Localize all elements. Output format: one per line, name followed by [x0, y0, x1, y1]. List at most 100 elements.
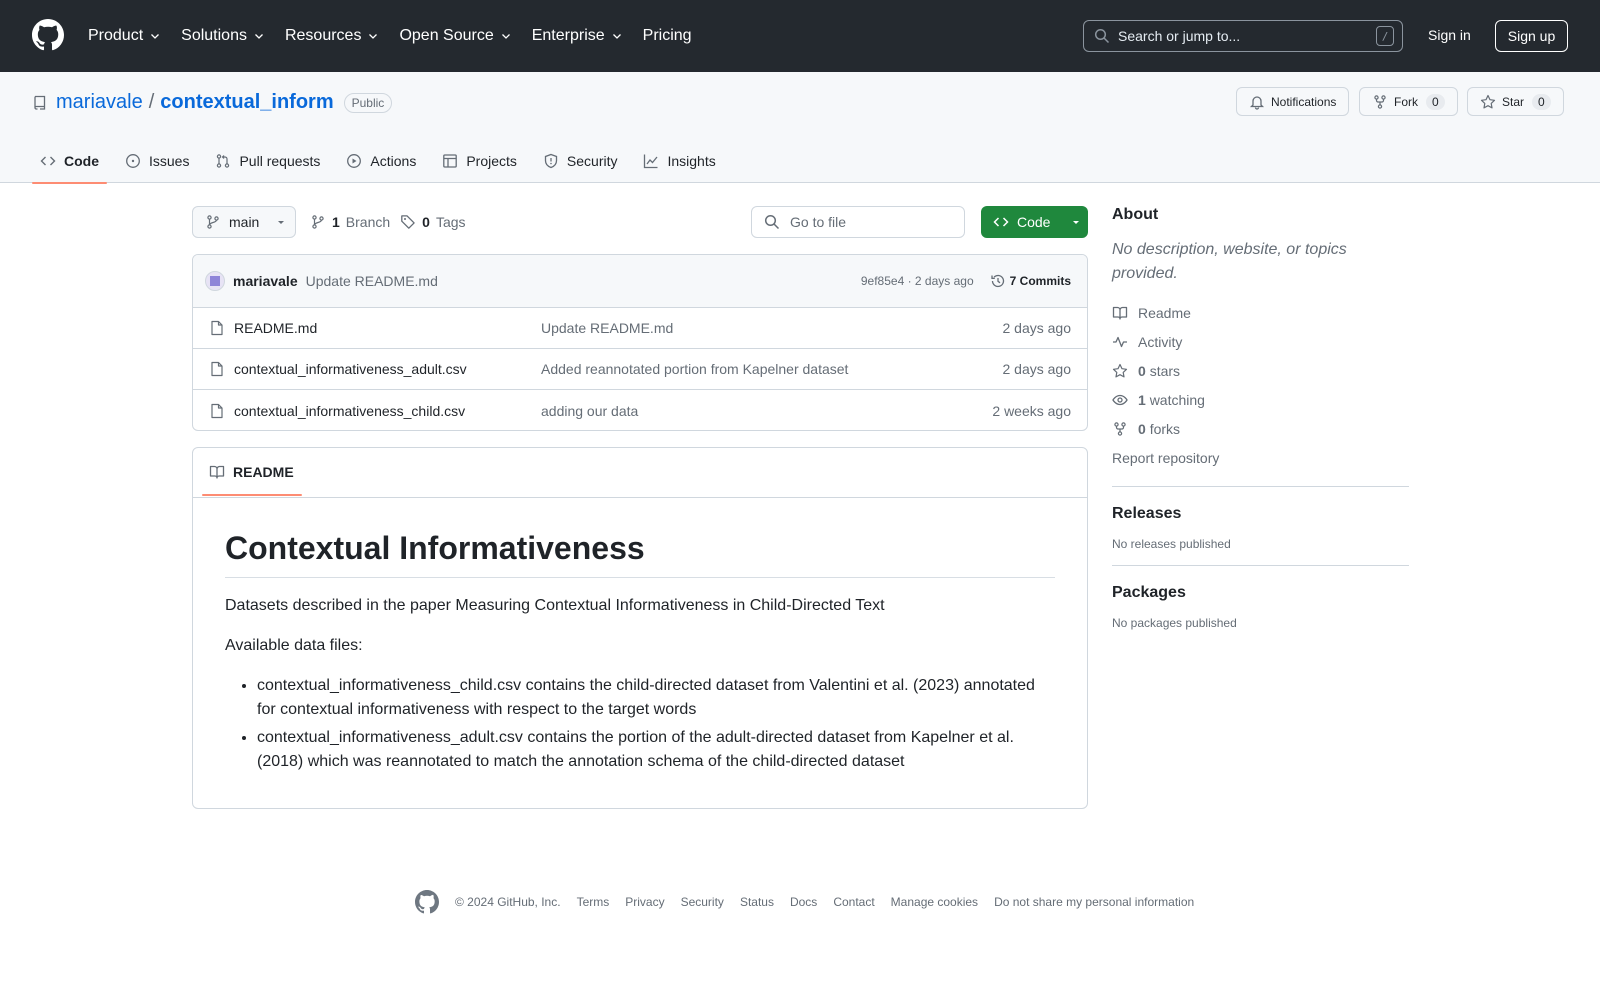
- branch-tag-counts: 1 Branch 0 Tags: [310, 214, 466, 230]
- readme-title: Contextual Informativeness: [225, 530, 1055, 578]
- notifications-label: Notifications: [1271, 94, 1337, 109]
- commit-message-link[interactable]: Update README.md: [306, 273, 861, 289]
- tab-insights-label: Insights: [667, 153, 716, 169]
- tab-actions[interactable]: Actions: [338, 139, 424, 183]
- footer-link-status[interactable]: Status: [740, 895, 774, 909]
- file-commit-message[interactable]: adding our data: [541, 403, 992, 419]
- branch-icon: [312, 215, 324, 229]
- play-icon: [347, 154, 362, 168]
- commits-history-link[interactable]: 7 Commits: [990, 273, 1071, 289]
- file-commit-message[interactable]: Update README.md: [541, 320, 1003, 336]
- file-row[interactable]: contextual_informativeness_child.csv add…: [193, 390, 1087, 430]
- about-description: No description, website, or topics provi…: [1112, 241, 1347, 282]
- tab-insights[interactable]: Insights: [635, 139, 723, 183]
- github-logo-icon[interactable]: [32, 19, 64, 51]
- go-to-file-input[interactable]: Go to file: [751, 206, 965, 238]
- sign-up-button[interactable]: Sign up: [1495, 20, 1568, 52]
- github-logo-icon[interactable]: [415, 890, 439, 914]
- star-icon: [1112, 363, 1128, 377]
- footer-link-do-not-share[interactable]: Do not share my personal information: [994, 895, 1194, 909]
- latest-commit-bar: mariavale Update README.md 9ef85e4 · 2 d…: [193, 255, 1087, 308]
- watchers-link[interactable]: 1 watching: [1112, 385, 1409, 414]
- notifications-button[interactable]: Notifications: [1236, 87, 1350, 116]
- graph-icon: [644, 154, 658, 169]
- branches-link[interactable]: 1 Branch: [310, 214, 390, 230]
- activity-link-label: Activity: [1138, 333, 1183, 350]
- tag-count: 0: [422, 214, 430, 230]
- fork-button[interactable]: Fork 0: [1359, 87, 1458, 116]
- code-dropdown-button[interactable]: Code: [981, 206, 1088, 238]
- footer-link-terms[interactable]: Terms: [577, 895, 610, 909]
- readme-list-item: contextual_informativeness_adult.csv con…: [257, 726, 1055, 774]
- packages-heading[interactable]: Packages: [1112, 584, 1409, 602]
- commits-count-label: 7 Commits: [1009, 274, 1071, 288]
- footer-link-privacy[interactable]: Privacy: [625, 895, 664, 909]
- forks-link[interactable]: 0 forks: [1112, 414, 1409, 443]
- file-row[interactable]: contextual_informativeness_adult.csv Add…: [193, 349, 1087, 390]
- file-row[interactable]: README.md Update README.md 2 days ago: [193, 308, 1087, 349]
- repo-icon: [34, 95, 46, 110]
- nav-pricing-label: Pricing: [642, 27, 692, 44]
- nav-enterprise[interactable]: Enterprise: [532, 27, 623, 45]
- shield-icon: [544, 153, 558, 169]
- nav-product[interactable]: Product: [88, 27, 161, 45]
- tags-link[interactable]: 0 Tags: [400, 214, 466, 230]
- commit-author-link[interactable]: mariavale: [233, 273, 298, 289]
- nav-resources[interactable]: Resources: [285, 27, 379, 45]
- file-name-link[interactable]: README.md: [234, 320, 317, 336]
- readme-link-label: Readme: [1138, 304, 1191, 321]
- commit-meta[interactable]: 9ef85e4 · 2 days ago: [861, 274, 974, 288]
- tab-security[interactable]: Security: [535, 139, 626, 183]
- tab-issues-label: Issues: [149, 153, 190, 169]
- readme-link[interactable]: Readme: [1112, 298, 1409, 327]
- tab-code-label: Code: [64, 153, 99, 169]
- watching-label: watching: [1149, 391, 1205, 408]
- caret-down-icon: [278, 221, 285, 224]
- footer-link-security[interactable]: Security: [681, 895, 724, 909]
- nav-resources-label: Resources: [284, 27, 362, 44]
- footer-link-contact[interactable]: Contact: [833, 895, 874, 909]
- stars-link[interactable]: 0 stars: [1112, 356, 1409, 385]
- releases-heading[interactable]: Releases: [1112, 505, 1409, 523]
- sign-in-link[interactable]: Sign in: [1428, 27, 1471, 43]
- file-name-link[interactable]: contextual_informativeness_child.csv: [234, 403, 465, 419]
- nav-pricing[interactable]: Pricing: [643, 27, 692, 45]
- file-commit-date: 2 days ago: [1002, 320, 1072, 336]
- nav-open-source[interactable]: Open Source: [399, 27, 511, 45]
- tab-security-label: Security: [566, 153, 618, 169]
- footer-link-docs[interactable]: Docs: [790, 895, 817, 909]
- tab-projects-label: Projects: [466, 153, 517, 169]
- readme-tab[interactable]: README: [209, 464, 294, 480]
- activity-link[interactable]: Activity: [1112, 327, 1409, 356]
- avatar[interactable]: [205, 271, 225, 291]
- nav-product-label: Product: [88, 27, 144, 44]
- tab-pull-requests[interactable]: Pull requests: [207, 139, 328, 183]
- fork-icon: [1374, 94, 1386, 109]
- file-name-link[interactable]: contextual_informativeness_adult.csv: [234, 361, 467, 377]
- tag-icon: [401, 215, 415, 229]
- star-count: 0: [1532, 93, 1551, 110]
- repo-title: mariavale / contextual_inform Public: [32, 91, 393, 114]
- caret-down-icon: [1073, 221, 1080, 224]
- releases-empty-text: No releases published: [1112, 537, 1231, 551]
- branch-select-button[interactable]: main: [192, 206, 296, 238]
- repo-name-link[interactable]: contextual_inform: [160, 91, 333, 114]
- forks-label: forks: [1149, 420, 1181, 437]
- nav-solutions[interactable]: Solutions: [181, 27, 265, 45]
- eye-icon: [1112, 394, 1128, 405]
- tab-code[interactable]: Code: [32, 139, 107, 184]
- global-search-input[interactable]: Search or jump to... /: [1083, 20, 1403, 52]
- report-repository-link[interactable]: Report repository: [1112, 443, 1409, 472]
- tab-actions-label: Actions: [370, 153, 417, 169]
- file-commit-date: 2 weeks ago: [992, 402, 1071, 419]
- repo-owner-link[interactable]: mariavale: [56, 91, 143, 114]
- footer-link-manage-cookies[interactable]: Manage cookies: [891, 895, 978, 909]
- readme-paragraph: Datasets described in the paper Measurin…: [225, 597, 885, 614]
- star-button[interactable]: Star 0: [1467, 87, 1564, 116]
- file-commit-message[interactable]: Added reannotated portion from Kapelner …: [541, 361, 1003, 377]
- file-icon: [211, 361, 223, 377]
- tab-issues[interactable]: Issues: [117, 139, 197, 183]
- stars-count: 0: [1138, 362, 1146, 379]
- tab-projects[interactable]: Projects: [434, 139, 525, 183]
- chevron-down-icon: [151, 34, 160, 39]
